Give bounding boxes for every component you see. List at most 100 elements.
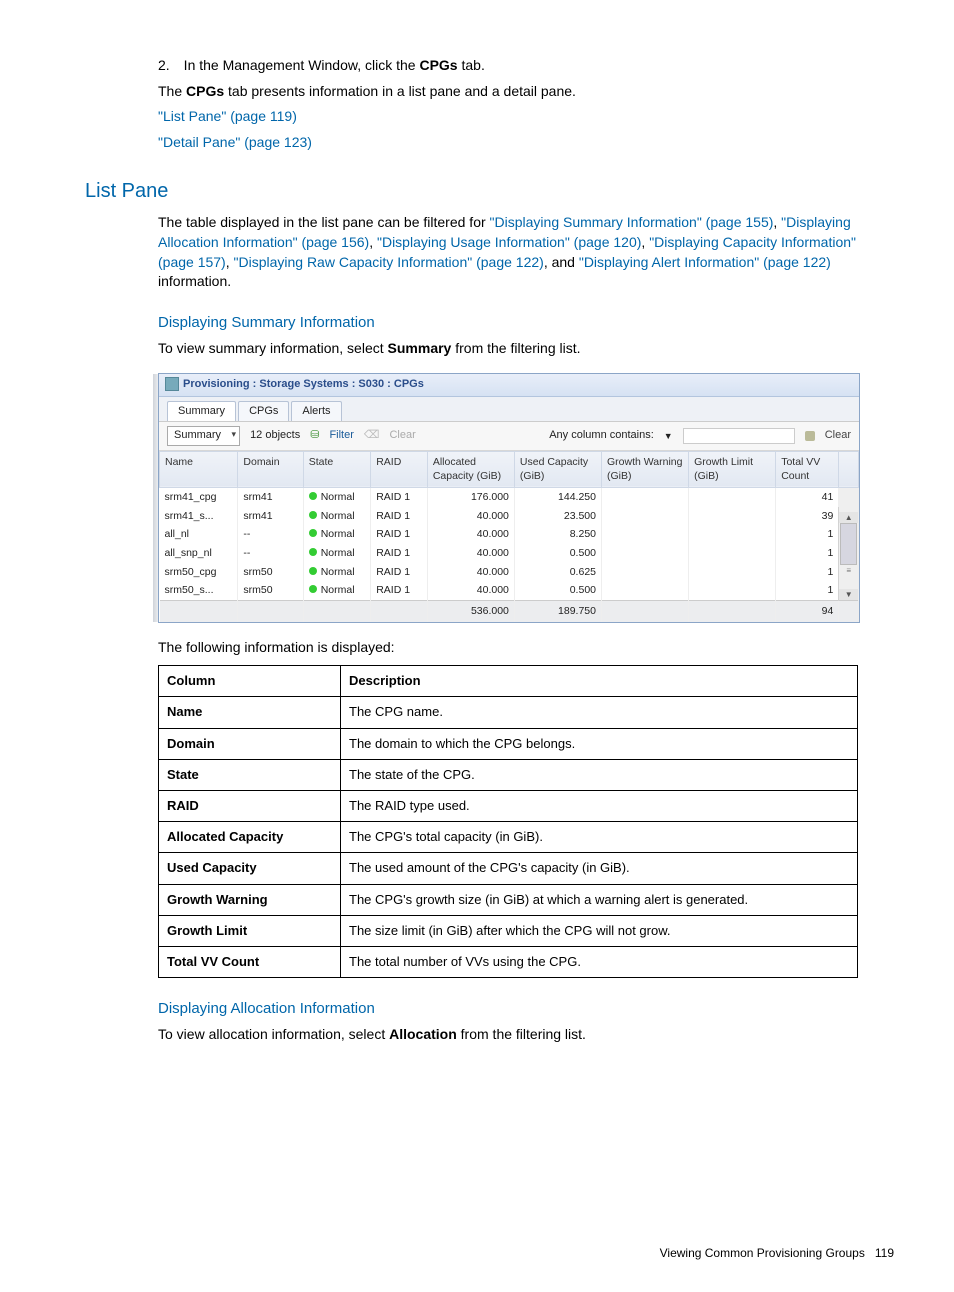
cell-name: srm50_s... [160, 581, 238, 600]
doc-col-desc: The total number of VVs using the CPG. [341, 946, 858, 977]
cell-alloc: 176.000 [427, 487, 514, 506]
cell-tvv: 1 [776, 581, 839, 600]
th-raid[interactable]: RAID [371, 451, 428, 487]
cell-gl [689, 563, 776, 582]
lock-icon [805, 431, 815, 441]
doc-row: RAIDThe RAID type used. [159, 791, 858, 822]
cell-raid: RAID 1 [371, 525, 428, 544]
t: from the filtering list. [457, 1026, 586, 1042]
any-column-dropdown-icon[interactable]: ▼ [664, 430, 673, 443]
doc-col-name: Total VV Count [159, 946, 341, 977]
doc-col-desc: The RAID type used. [341, 791, 858, 822]
cell-gw [602, 563, 689, 582]
cell-used: 8.250 [514, 525, 601, 544]
cell-used: 23.500 [514, 507, 601, 526]
title-text: Provisioning : Storage Systems : S030 : … [183, 378, 424, 390]
doc-row: Growth LimitThe size limit (in GiB) afte… [159, 915, 858, 946]
th-name[interactable]: Name [160, 451, 238, 487]
table-row[interactable]: all_snp_nl--NormalRAID 140.0000.5001 [160, 544, 859, 563]
after-shot-text: The following information is displayed: [158, 638, 894, 658]
link-detail-pane[interactable]: "Detail Pane" (page 123) [158, 133, 894, 153]
th-tvv[interactable]: Total VV Count [776, 451, 839, 487]
state-dot-icon [309, 585, 317, 593]
heading-list-pane: List Pane [85, 177, 894, 205]
clear-icon: ⌫ [364, 428, 380, 443]
left-drag-bar[interactable] [153, 374, 158, 621]
table-row[interactable]: srm41_cpgsrm41NormalRAID 1176.000144.250… [160, 487, 859, 506]
doc-col-name: Used Capacity [159, 853, 341, 884]
cell-alloc: 40.000 [427, 525, 514, 544]
cell-gl [689, 544, 776, 563]
link-usage[interactable]: "Displaying Usage Information" (page 120… [377, 234, 641, 250]
doc-col-desc: The size limit (in GiB) after which the … [341, 915, 858, 946]
th-scroll [839, 451, 859, 487]
link-summary[interactable]: "Displaying Summary Information" (page 1… [490, 214, 774, 230]
table-footer: 536.000 189.750 94 [160, 601, 859, 622]
cpg-table: Name Domain State RAID Allocated Capacit… [159, 451, 859, 622]
table-row[interactable]: all_nl--NormalRAID 140.0008.2501 [160, 525, 859, 544]
cell-domain: srm50 [238, 563, 303, 582]
tab-cpgs[interactable]: CPGs [238, 401, 289, 421]
link-raw-capacity[interactable]: "Displaying Raw Capacity Information" (p… [234, 254, 544, 270]
scrollbar[interactable]: ▲≡▼ [839, 487, 859, 600]
cell-domain: srm41 [238, 487, 303, 506]
toolbar: Summary 12 objects ⛁ Filter ⌫ Clear Any … [159, 422, 859, 450]
t: tab presents information in a list pane … [224, 83, 576, 99]
footer-text: Viewing Common Provisioning Groups [660, 1246, 865, 1260]
th-state[interactable]: State [303, 451, 371, 487]
cell-alloc: 40.000 [427, 507, 514, 526]
clear-button-2[interactable]: Clear [825, 428, 851, 443]
scroll-thumb[interactable] [840, 523, 857, 565]
t: , [773, 214, 781, 230]
th-used[interactable]: Used Capacity (GiB) [514, 451, 601, 487]
filter-button[interactable]: Filter [329, 428, 353, 443]
t: The [158, 83, 186, 99]
doc-row: Growth WarningThe CPG's growth size (in … [159, 884, 858, 915]
intro-line: The CPGs tab presents information in a l… [158, 82, 894, 102]
object-count: 12 objects [250, 428, 300, 443]
t: To view allocation information, select [158, 1026, 389, 1042]
cell-gl [689, 525, 776, 544]
cell-domain: srm50 [238, 581, 303, 600]
cell-alloc: 40.000 [427, 581, 514, 600]
doc-col-desc: The domain to which the CPG belongs. [341, 728, 858, 759]
foot-used: 189.750 [514, 601, 601, 622]
cell-raid: RAID 1 [371, 507, 428, 526]
tab-summary[interactable]: Summary [167, 401, 236, 421]
cell-domain: srm41 [238, 507, 303, 526]
summary-instruction: To view summary information, select Summ… [158, 339, 894, 359]
search-input[interactable] [683, 428, 795, 444]
t: from the filtering list. [451, 340, 580, 356]
table-row[interactable]: srm50_s...srm50NormalRAID 140.0000.5001 [160, 581, 859, 600]
cell-gw [602, 525, 689, 544]
th-domain[interactable]: Domain [238, 451, 303, 487]
cell-tvv: 1 [776, 563, 839, 582]
doc-row: NameThe CPG name. [159, 697, 858, 728]
any-column-label: Any column contains: [549, 428, 654, 443]
th-alloc[interactable]: Allocated Capacity (GiB) [427, 451, 514, 487]
filter-select[interactable]: Summary [167, 426, 240, 445]
scroll-up-icon[interactable]: ▲ [839, 512, 858, 523]
table-row[interactable]: srm50_cpgsrm50NormalRAID 140.0000.6251 [160, 563, 859, 582]
table-row[interactable]: srm41_s...srm41NormalRAID 140.00023.5003… [160, 507, 859, 526]
cell-state: Normal [303, 581, 371, 600]
cell-domain: -- [238, 525, 303, 544]
cell-alloc: 40.000 [427, 563, 514, 582]
heading-displaying-summary: Displaying Summary Information [158, 312, 894, 333]
t: Summary [388, 340, 452, 356]
list-pane-paragraph: The table displayed in the list pane can… [158, 213, 894, 291]
cell-used: 0.500 [514, 544, 601, 563]
doc-th-column: Column [159, 666, 341, 697]
link-list-pane[interactable]: "List Pane" (page 119) [158, 107, 894, 127]
cell-name: srm50_cpg [160, 563, 238, 582]
doc-row: StateThe state of the CPG. [159, 759, 858, 790]
cell-raid: RAID 1 [371, 487, 428, 506]
th-gw[interactable]: Growth Warning (GiB) [602, 451, 689, 487]
tab-alerts[interactable]: Alerts [291, 401, 341, 421]
link-alert[interactable]: "Displaying Alert Information" (page 122… [579, 254, 831, 270]
cell-raid: RAID 1 [371, 581, 428, 600]
state-dot-icon [309, 511, 317, 519]
scroll-down-icon[interactable]: ▼ [839, 589, 858, 600]
tab-strip: Summary CPGs Alerts [159, 397, 859, 422]
th-gl[interactable]: Growth Limit (GiB) [689, 451, 776, 487]
